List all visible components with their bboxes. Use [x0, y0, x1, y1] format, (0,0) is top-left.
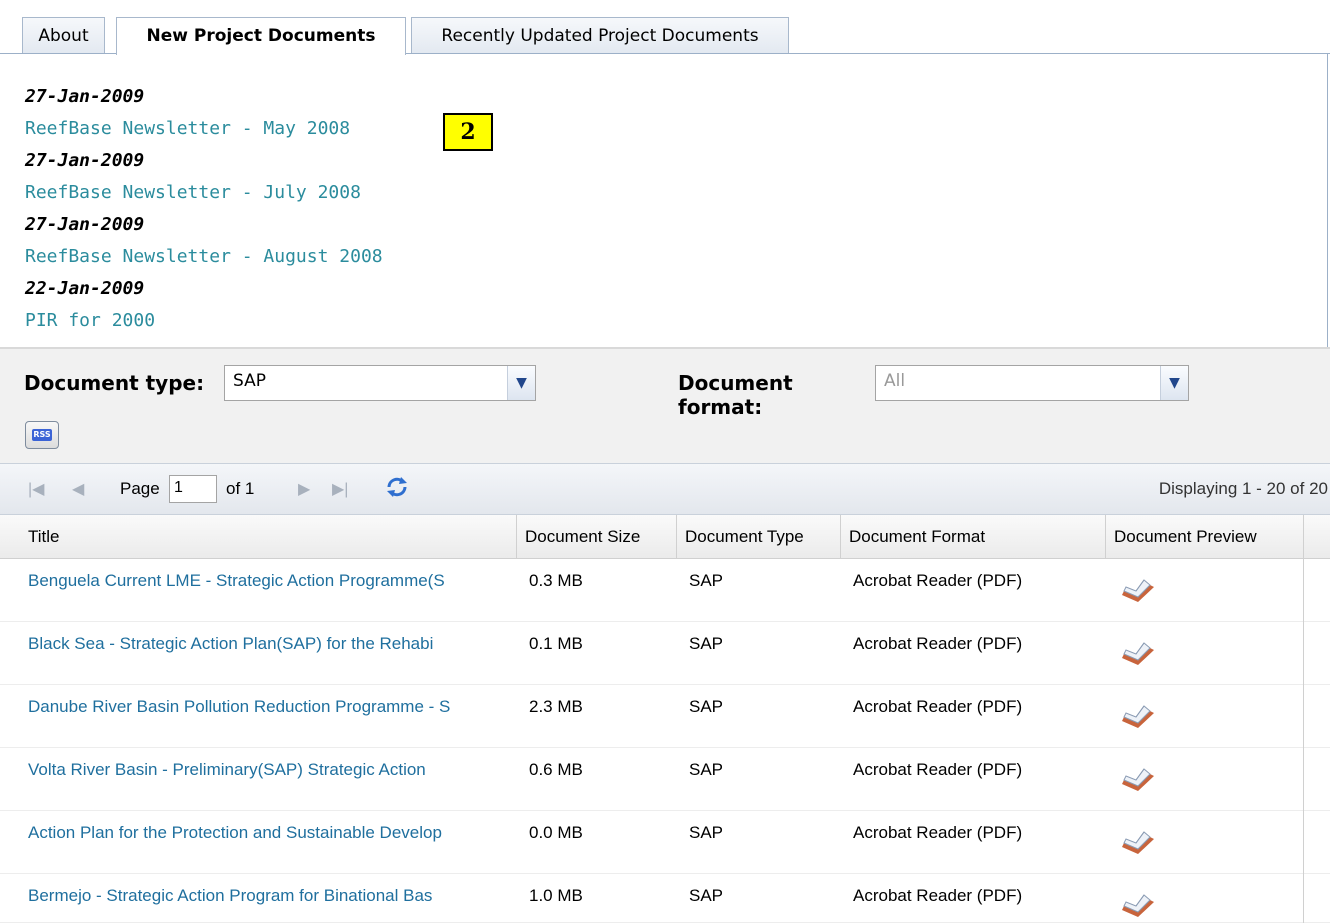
document-title-link[interactable]: Benguela Current LME - Strategic Action …: [20, 559, 515, 603]
document-format-value: All: [884, 371, 906, 391]
document-date: 22-Jan-2009: [25, 278, 145, 299]
document-format: Acrobat Reader (PDF): [853, 760, 1023, 779]
document-format-label: Document format:: [678, 371, 793, 419]
next-page-icon[interactable]: ▶: [298, 479, 310, 499]
table-row: Black Sea - Strategic Action Plan(SAP) f…: [0, 622, 1330, 685]
table-row: Danube River Basin Pollution Reduction P…: [0, 685, 1330, 748]
new-documents-panel: 27-Jan-2009 ReefBase Newsletter - May 20…: [0, 54, 1330, 347]
tab-recently-updated[interactable]: Recently Updated Project Documents: [411, 17, 789, 53]
document-size: 2.3 MB: [529, 697, 583, 716]
first-page-icon[interactable]: |◀: [28, 479, 44, 499]
document-format: Acrobat Reader (PDF): [853, 697, 1023, 716]
document-date: 27-Jan-2009: [25, 86, 145, 107]
rss-button[interactable]: RSS: [25, 421, 59, 449]
book-preview-icon[interactable]: [1118, 764, 1158, 794]
table-row: Volta River Basin - Preliminary(SAP) Str…: [0, 748, 1330, 811]
document-title-link[interactable]: Volta River Basin - Preliminary(SAP) Str…: [20, 748, 515, 792]
grid-header: Title Document Size Document Type Docume…: [0, 515, 1330, 559]
document-link[interactable]: ReefBase Newsletter - May 2008: [25, 113, 383, 145]
tab-new-project-documents[interactable]: New Project Documents: [116, 17, 406, 55]
book-preview-icon[interactable]: [1118, 827, 1158, 857]
grid-right-border: [1303, 559, 1304, 923]
document-format: Acrobat Reader (PDF): [853, 823, 1023, 842]
column-header-type[interactable]: Document Type: [677, 515, 841, 559]
document-date: 27-Jan-2009: [25, 150, 145, 171]
page-label: Page: [120, 479, 160, 498]
rss-icon: RSS: [32, 429, 52, 441]
tab-recently-updated-label: Recently Updated Project Documents: [441, 26, 759, 46]
column-header-preview[interactable]: Document Preview: [1106, 515, 1304, 559]
chevron-down-icon[interactable]: ▼: [507, 366, 535, 400]
book-preview-icon[interactable]: [1118, 638, 1158, 668]
refresh-icon[interactable]: [384, 474, 410, 500]
document-format-select[interactable]: All ▼: [875, 365, 1189, 401]
document-type-value: SAP: [233, 371, 266, 391]
tab-about-label: About: [38, 26, 89, 46]
tab-about[interactable]: About: [22, 17, 105, 53]
document-link[interactable]: ReefBase Newsletter - August 2008: [25, 241, 383, 273]
column-header-format[interactable]: Document Format: [841, 515, 1106, 559]
document-size: 0.3 MB: [529, 571, 583, 590]
document-size: 0.1 MB: [529, 634, 583, 653]
document-format: Acrobat Reader (PDF): [853, 634, 1023, 653]
document-format-label-line1: Document: [678, 371, 793, 395]
document-link[interactable]: PIR for 2000: [25, 305, 383, 337]
panel-right-border: [1327, 54, 1328, 347]
document-type-select[interactable]: SAP ▼: [224, 365, 536, 401]
document-title-link[interactable]: Bermejo - Strategic Action Program for B…: [20, 874, 515, 918]
document-type: SAP: [689, 634, 724, 653]
document-type: SAP: [689, 760, 724, 779]
tab-strip: About New Project Documents Recently Upd…: [0, 0, 1330, 55]
display-info: Displaying 1 - 20 of 20: [1158, 479, 1328, 498]
page-number-input[interactable]: 1: [169, 475, 217, 503]
document-title-link[interactable]: Black Sea - Strategic Action Plan(SAP) f…: [20, 622, 515, 666]
document-type: SAP: [689, 823, 724, 842]
last-page-icon[interactable]: ▶|: [332, 479, 348, 499]
document-size: 1.0 MB: [529, 886, 583, 905]
filter-bar: Document type: SAP ▼ Document format: Al…: [0, 347, 1330, 463]
document-link[interactable]: ReefBase Newsletter - July 2008: [25, 177, 383, 209]
document-type: SAP: [689, 697, 724, 716]
annotation-marker: 2: [443, 113, 493, 151]
new-documents-list: 27-Jan-2009 ReefBase Newsletter - May 20…: [25, 81, 383, 337]
table-row: Action Plan for the Protection and Susta…: [0, 811, 1330, 874]
document-size: 0.6 MB: [529, 760, 583, 779]
document-type-label: Document type:: [24, 371, 205, 395]
paging-toolbar: |◀ ◀ Page 1 of 1 ▶ ▶| Displaying 1 - 20 …: [0, 463, 1330, 515]
tab-new-project-documents-label: New Project Documents: [146, 26, 376, 46]
document-format: Acrobat Reader (PDF): [853, 571, 1023, 590]
table-row: Bermejo - Strategic Action Program for B…: [0, 874, 1330, 923]
document-type: SAP: [689, 571, 724, 590]
column-header-title[interactable]: Title: [20, 515, 517, 559]
page-count-label: of 1: [226, 479, 255, 498]
column-header-size[interactable]: Document Size: [517, 515, 677, 559]
chevron-down-icon[interactable]: ▼: [1160, 366, 1188, 400]
table-row: Benguela Current LME - Strategic Action …: [0, 559, 1330, 622]
book-preview-icon[interactable]: [1118, 701, 1158, 731]
prev-page-icon[interactable]: ◀: [72, 479, 84, 499]
document-format-label-line2: format:: [678, 395, 763, 419]
document-size: 0.0 MB: [529, 823, 583, 842]
document-title-link[interactable]: Danube River Basin Pollution Reduction P…: [20, 685, 515, 729]
document-title-link[interactable]: Action Plan for the Protection and Susta…: [20, 811, 515, 855]
documents-grid: Title Document Size Document Type Docume…: [0, 515, 1330, 923]
document-date: 27-Jan-2009: [25, 214, 145, 235]
book-preview-icon[interactable]: [1118, 575, 1158, 605]
document-format: Acrobat Reader (PDF): [853, 886, 1023, 905]
document-type: SAP: [689, 886, 724, 905]
book-preview-icon[interactable]: [1118, 890, 1158, 920]
